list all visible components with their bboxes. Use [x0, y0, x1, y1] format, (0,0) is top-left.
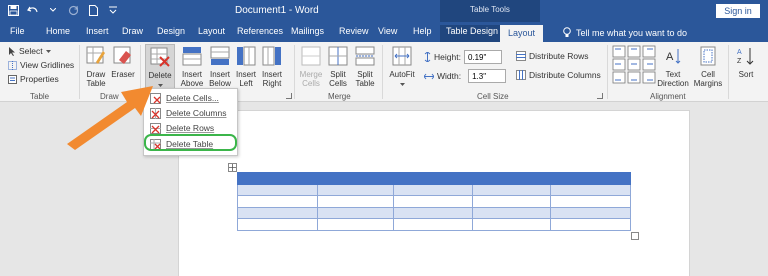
lightbulb-icon	[563, 27, 571, 37]
tab-mailings[interactable]: Mailings	[291, 25, 324, 42]
quick-access-toolbar	[6, 3, 120, 17]
autofit-button[interactable]: AutoFit	[386, 46, 418, 88]
cell-margins-button[interactable]: Cell Margins	[693, 46, 723, 88]
properties-button[interactable]: Properties	[8, 74, 59, 84]
group-separator	[728, 45, 729, 99]
sort-button[interactable]: AZ Sort	[733, 46, 759, 79]
table-resize-handle[interactable]	[631, 232, 639, 240]
merge-cells-icon	[301, 46, 321, 66]
table-tools-label: Table Tools	[470, 5, 510, 14]
tab-file[interactable]: File	[10, 25, 25, 42]
alignment-grid	[612, 45, 656, 85]
split-table-button[interactable]: Split Table	[353, 46, 377, 88]
distribute-rows-button[interactable]: Distribute Rows	[516, 51, 589, 61]
cell-margins-icon	[700, 46, 716, 66]
document-table[interactable]	[237, 172, 631, 231]
group-label-table: Table	[30, 92, 50, 101]
svg-text:Z: Z	[737, 58, 742, 65]
insert-right-icon	[262, 46, 281, 66]
svg-text:A: A	[666, 51, 674, 63]
width-control: Width:	[424, 69, 507, 83]
redo-icon[interactable]	[66, 3, 80, 17]
group-label-cell-size: Cell Size	[477, 92, 509, 101]
chevron-down-icon[interactable]	[46, 3, 60, 17]
split-cells-icon	[328, 46, 348, 66]
tab-draw[interactable]: Draw	[122, 25, 143, 42]
group-separator	[607, 45, 608, 99]
select-button[interactable]: Select	[8, 46, 51, 56]
cursor-icon	[9, 46, 15, 56]
insert-left-button[interactable]: Insert Left	[235, 46, 257, 88]
sort-icon: AZ	[737, 48, 754, 65]
table-row	[237, 172, 631, 185]
tab-review[interactable]: Review	[339, 25, 369, 42]
new-document-icon[interactable]	[86, 3, 100, 17]
group-label-merge: Merge	[328, 92, 351, 101]
tab-home[interactable]: Home	[46, 25, 70, 42]
customize-qat-icon[interactable]	[106, 3, 120, 17]
insert-above-button[interactable]: Insert Above	[179, 46, 205, 88]
text-direction-icon: A	[666, 49, 681, 64]
tab-design[interactable]: Design	[157, 25, 185, 42]
width-input[interactable]	[468, 69, 507, 83]
undo-icon[interactable]	[26, 3, 40, 17]
insert-below-icon	[210, 46, 230, 65]
save-icon[interactable]	[6, 3, 20, 17]
table-row	[237, 206, 631, 220]
tab-view[interactable]: View	[378, 25, 397, 42]
table-row	[237, 218, 631, 231]
table-move-handle[interactable]	[228, 163, 237, 172]
tab-references[interactable]: References	[237, 25, 283, 42]
distribute-columns-button[interactable]: Distribute Columns	[516, 70, 601, 80]
tell-me-text: Tell me what you want to do	[576, 27, 688, 38]
column-width-icon	[424, 73, 434, 79]
properties-icon	[8, 74, 17, 84]
distribute-columns-icon	[516, 70, 526, 80]
ribbon-tabs: File Home Insert Draw Design Layout Refe…	[0, 22, 768, 42]
height-input[interactable]	[463, 50, 502, 64]
rows-columns-launcher[interactable]	[286, 93, 292, 99]
text-direction-button[interactable]: A Text Direction	[655, 46, 691, 88]
insert-left-icon	[237, 46, 256, 66]
tell-me-box[interactable]: Tell me what you want to do	[563, 27, 687, 38]
tab-table-design[interactable]: Table Design	[440, 25, 505, 42]
tab-help[interactable]: Help	[413, 25, 432, 42]
document-title: Document1 - Word	[235, 5, 319, 16]
insert-above-icon	[182, 47, 202, 66]
annotation-arrow	[67, 86, 153, 150]
chevron-down-icon	[45, 49, 51, 53]
tab-layout[interactable]: Layout	[198, 25, 225, 42]
tab-insert[interactable]: Insert	[86, 25, 109, 42]
group-separator	[382, 45, 383, 99]
split-table-icon	[355, 46, 375, 66]
sign-in-button[interactable]: Sign in	[716, 4, 760, 18]
cell-size-launcher[interactable]	[597, 93, 603, 99]
tab-table-layout[interactable]: Layout	[500, 25, 544, 42]
title-bar: Document1 - Word Table Tools Sign in	[0, 0, 768, 22]
svg-text:A: A	[737, 49, 742, 56]
insert-below-button[interactable]: Insert Below	[207, 46, 233, 88]
merge-cells-button[interactable]: Merge Cells	[298, 46, 324, 88]
table-row	[237, 183, 631, 197]
insert-right-button[interactable]: Insert Right	[260, 46, 284, 88]
split-cells-button[interactable]: Split Cells	[326, 46, 350, 88]
height-control: Height:	[424, 50, 502, 64]
autofit-icon	[392, 46, 412, 66]
gridlines-icon	[8, 60, 17, 70]
table-row	[237, 195, 631, 208]
distribute-rows-icon	[516, 51, 526, 61]
row-height-icon	[424, 52, 431, 62]
chevron-down-icon	[399, 83, 405, 86]
group-label-alignment: Alignment	[650, 92, 686, 101]
group-separator	[294, 45, 295, 99]
